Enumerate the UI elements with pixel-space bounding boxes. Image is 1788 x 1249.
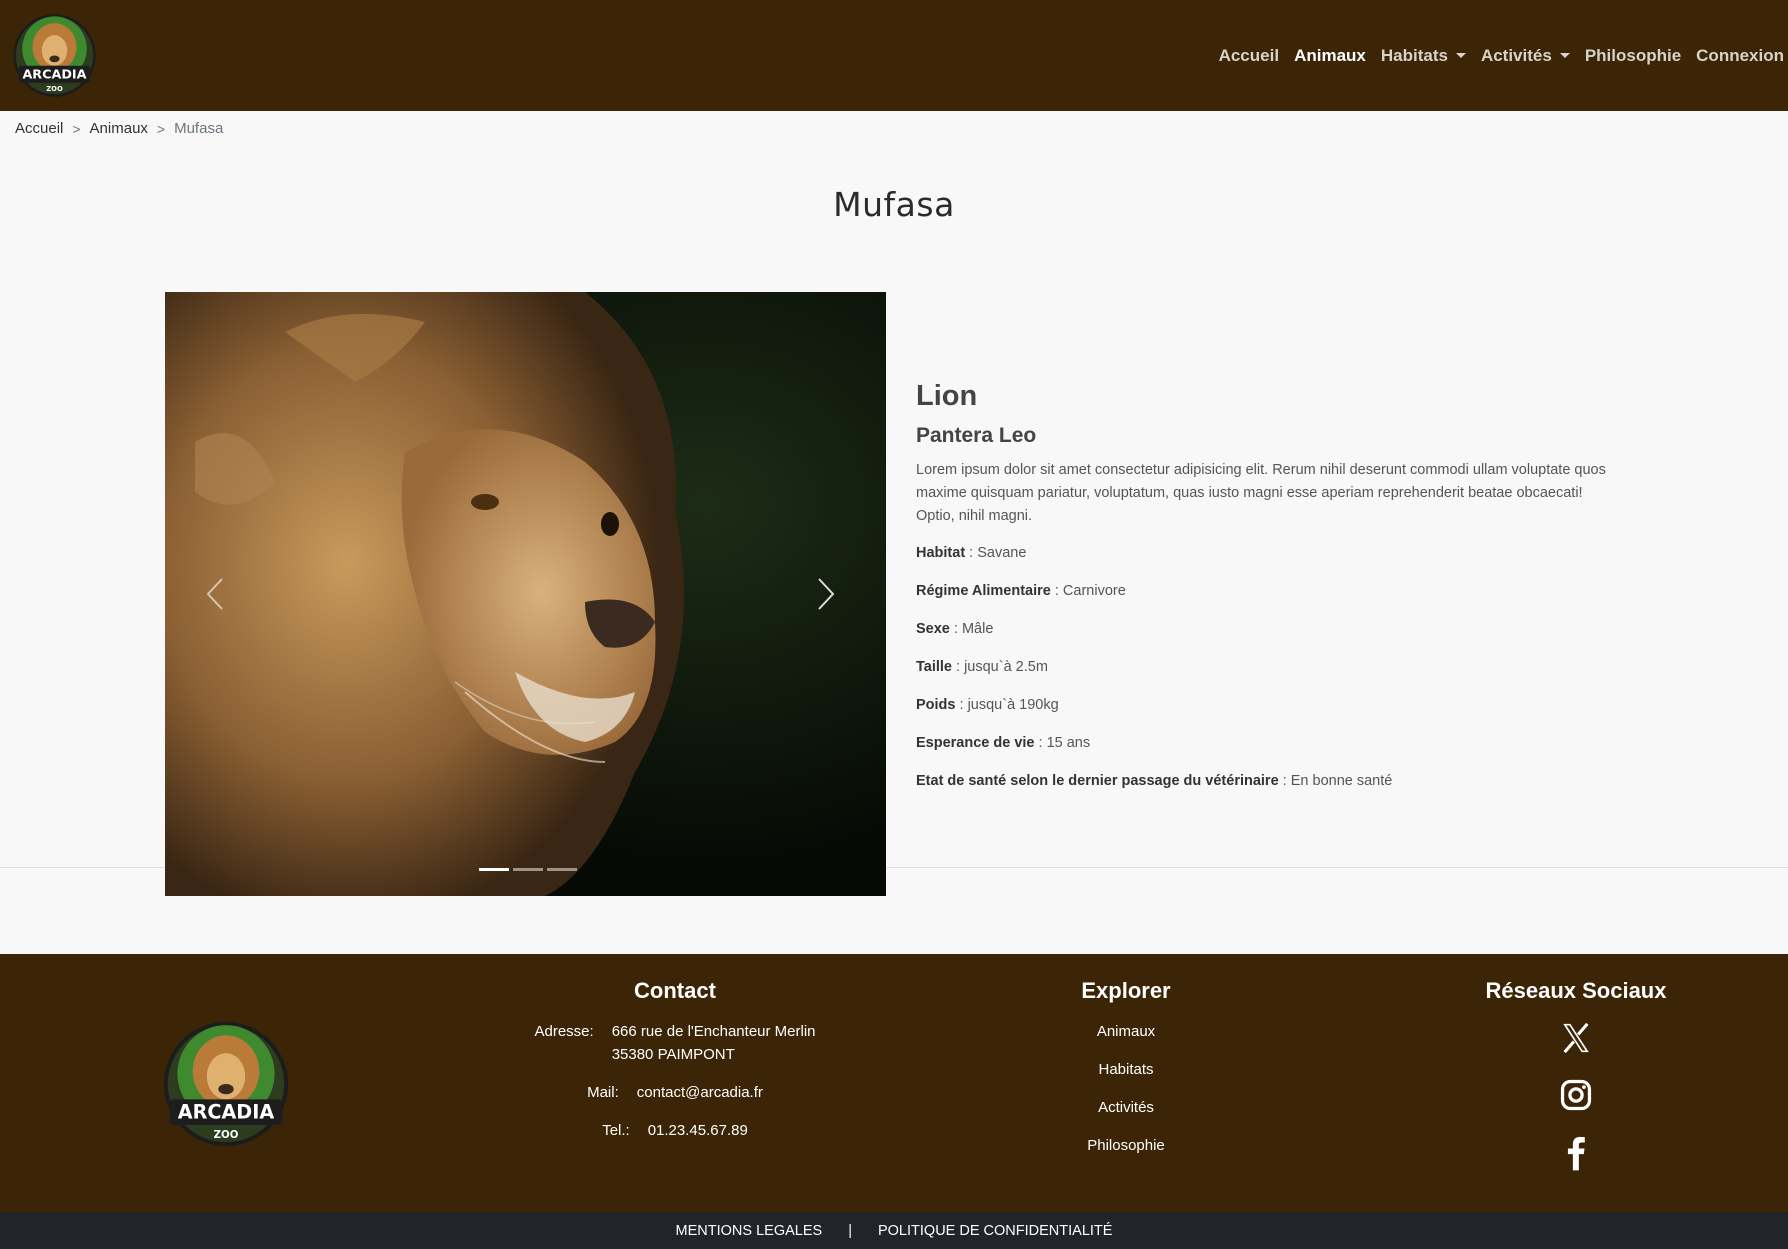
legal-bar: MENTIONS LEGALES | POLITIQUE DE CONFIDEN… <box>0 1212 1788 1249</box>
attr-poids: Poids : jusqu`à 190kg <box>916 694 1616 716</box>
facebook-icon[interactable] <box>1558 1134 1594 1171</box>
mentions-legales-link[interactable]: MENTIONS LEGALES <box>676 1223 823 1239</box>
attr-value: : En bonne santé <box>1278 773 1393 789</box>
legal-separator: | <box>848 1222 852 1239</box>
animal-description: Lorem ipsum dolor sit amet consectetur a… <box>916 462 1606 524</box>
address-line1: 666 rue de l'Enchanteur Merlin <box>611 1023 816 1040</box>
breadcrumb-accueil[interactable]: Accueil <box>15 120 63 137</box>
nav-habitats-dropdown[interactable]: Habitats <box>1381 46 1466 66</box>
mail-link[interactable]: contact@arcadia.fr <box>637 1081 763 1104</box>
chevron-right-icon <box>818 578 835 610</box>
nav-accueil[interactable]: Accueil <box>1219 46 1279 66</box>
address-line2: 35380 PAIMPONT <box>611 1046 735 1063</box>
attr-habitat: Habitat : Savane <box>916 542 1616 564</box>
attr-value: : jusqu`à 190kg <box>955 697 1059 713</box>
tel-label: Tel.: <box>602 1122 630 1139</box>
nav-habitats-label: Habitats <box>1380 45 1448 65</box>
footer-social-title: Réseaux Sociaux <box>1485 978 1667 1003</box>
footer-explore: Explorer Animaux Habitats Activités Phil… <box>1026 978 1226 1172</box>
nav-philosophie-label: Philosophie <box>1584 45 1682 65</box>
carousel-indicator-1[interactable] <box>479 868 509 871</box>
attr-label: Taille <box>916 659 952 675</box>
carousel-prev-button[interactable] <box>195 564 235 624</box>
mail-label: Mail: <box>587 1084 619 1101</box>
address-value: 666 rue de l'Enchanteur Merlin 35380 PAI… <box>612 1020 816 1066</box>
carousel-indicator-3[interactable] <box>547 868 577 871</box>
attr-regime: Régime Alimentaire : Carnivore <box>916 580 1616 602</box>
nav-animaux-label: Animaux <box>1294 45 1366 65</box>
chevron-left-icon <box>206 578 223 610</box>
attr-esperance: Esperance de vie : 15 ans <box>916 732 1616 754</box>
footer-link-habitats[interactable]: Habitats <box>1026 1058 1226 1081</box>
attr-label: Régime Alimentaire <box>916 583 1051 599</box>
contact-mail: Mail: contact@arcadia.fr <box>505 1081 845 1104</box>
footer-contact-title: Contact <box>634 978 716 1003</box>
attr-taille: Taille : jusqu`à 2.5m <box>916 656 1616 678</box>
carousel-next-button[interactable] <box>806 564 846 624</box>
attr-value: : Carnivore <box>1050 583 1126 599</box>
nav-activites-dropdown[interactable]: Activités <box>1481 46 1570 66</box>
contact-address: Adresse: 666 rue de l'Enchanteur Merlin … <box>505 1020 845 1066</box>
footer-link-activites[interactable]: Activités <box>1026 1096 1226 1119</box>
attr-label: Poids <box>916 697 956 713</box>
nav-connexion-label: Connexion <box>1696 45 1784 65</box>
svg-text:ZOO: ZOO <box>46 85 63 93</box>
nav-connexion[interactable]: Connexion <box>1696 46 1784 66</box>
nav-philosophie[interactable]: Philosophie <box>1585 46 1681 66</box>
privacy-policy-link[interactable]: POLITIQUE DE CONFIDENTIALITÉ <box>878 1223 1112 1239</box>
carousel-indicator-2[interactable] <box>513 868 543 871</box>
attr-value: : Savane <box>965 545 1027 561</box>
caret-down-icon <box>1559 53 1570 58</box>
breadcrumb-animaux[interactable]: Animaux <box>90 120 148 137</box>
footer: ARCADIA ZOO Contact Adresse: 666 rue de … <box>0 954 1788 1212</box>
breadcrumb-separator: > <box>72 120 81 137</box>
attr-label: Habitat <box>916 545 966 561</box>
footer-explore-title: Explorer <box>1081 978 1171 1003</box>
animal-info: Lion Pantera Leo Lorem ipsum dolor sit a… <box>916 380 1616 808</box>
footer-link-animaux[interactable]: Animaux <box>1026 1020 1226 1043</box>
breadcrumb-separator: > <box>156 120 166 137</box>
navbar: ARCADIA ZOO Accueil Animaux Habitats Act… <box>0 0 1788 111</box>
svg-text:ARCADIA: ARCADIA <box>22 67 86 82</box>
x-icon[interactable] <box>1558 1020 1594 1056</box>
instagram-icon[interactable] <box>1558 1077 1594 1113</box>
svg-text:ZOO: ZOO <box>214 1129 239 1141</box>
attr-value: : Mâle <box>949 621 994 637</box>
attr-label: Sexe <box>916 621 950 637</box>
nav-activites-label: Activités <box>1480 45 1552 65</box>
contact-tel: Tel.: 01.23.45.67.89 <box>505 1119 845 1142</box>
lion-photo <box>165 292 886 896</box>
tel-value[interactable]: 01.23.45.67.89 <box>648 1119 748 1142</box>
caret-down-icon <box>1455 53 1466 58</box>
attr-sexe: Sexe : Mâle <box>916 618 1616 640</box>
footer-link-philosophie[interactable]: Philosophie <box>1026 1134 1226 1157</box>
attr-label: Etat de santé selon le dernier passage d… <box>916 773 1279 789</box>
animal-image-carousel <box>165 292 886 896</box>
footer-contact: Contact Adresse: 666 rue de l'Enchanteur… <box>505 978 845 1157</box>
page-title: Mufasa <box>833 185 955 224</box>
breadcrumb: Accueil > Animaux > Mufasa <box>15 120 223 137</box>
animal-species: Lion <box>916 380 978 412</box>
carousel-indicators <box>477 868 579 871</box>
breadcrumb-current: Mufasa <box>174 120 224 137</box>
attr-value: : 15 ans <box>1034 735 1091 751</box>
address-label: Adresse: <box>534 1023 594 1040</box>
footer-social: Réseaux Sociaux <box>1476 978 1676 1191</box>
attr-sante: Etat de santé selon le dernier passage d… <box>916 770 1616 792</box>
nav-animaux[interactable]: Animaux <box>1294 46 1366 66</box>
footer-arcadia-logo[interactable]: ARCADIA ZOO <box>162 1020 290 1148</box>
nav-accueil-label: Accueil <box>1218 45 1280 65</box>
arcadia-logo[interactable]: ARCADIA ZOO <box>12 13 97 98</box>
attr-value: : jusqu`à 2.5m <box>952 659 1048 675</box>
animal-latin-name: Pantera Leo <box>916 424 1037 447</box>
svg-text:ARCADIA: ARCADIA <box>178 1101 275 1124</box>
main-nav: Accueil Animaux Habitats Activités Philo… <box>1204 0 1784 111</box>
attr-label: Esperance de vie <box>916 735 1035 751</box>
